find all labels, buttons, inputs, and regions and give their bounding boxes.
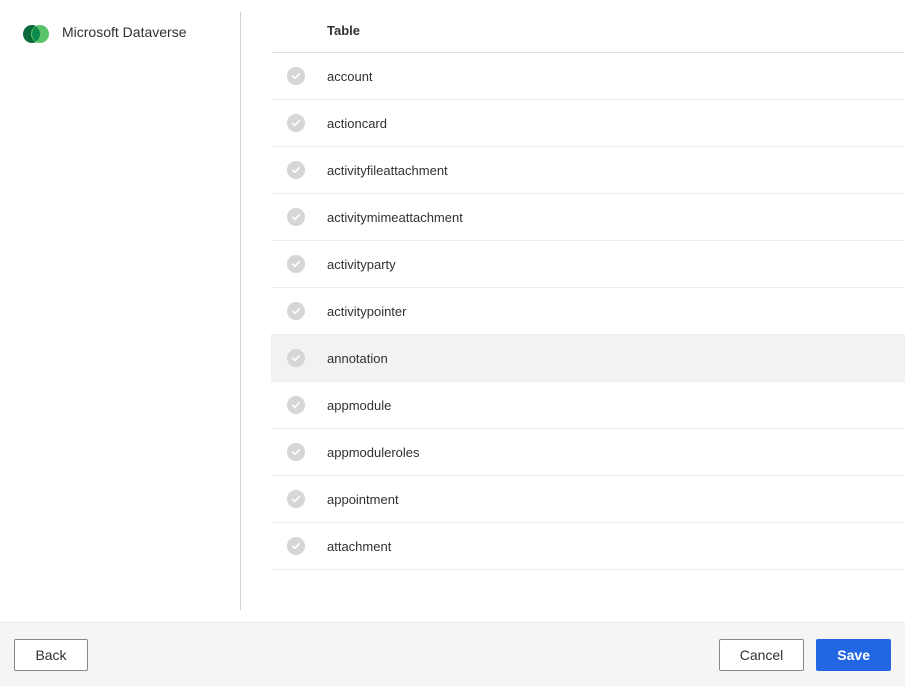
table-row[interactable]: appmoduleroles	[271, 429, 905, 476]
check-circle-icon[interactable]	[287, 349, 305, 367]
table-row[interactable]: appmodule	[271, 382, 905, 429]
footer-left: Back	[14, 639, 88, 671]
footer-right: Cancel Save	[719, 639, 891, 671]
check-circle-icon[interactable]	[287, 67, 305, 85]
table-name-label: appointment	[327, 492, 399, 507]
table-name-label: activityfileattachment	[327, 163, 448, 178]
table-row[interactable]: activityparty	[271, 241, 905, 288]
table-row[interactable]: account	[271, 53, 905, 100]
table-row[interactable]: activityfileattachment	[271, 147, 905, 194]
table-name-label: appmoduleroles	[327, 445, 420, 460]
table-name-label: activitymimeattachment	[327, 210, 463, 225]
table-name-label: actioncard	[327, 116, 387, 131]
table-list: account actioncard activityfileattachment a…	[271, 53, 905, 570]
table-name-label: account	[327, 69, 373, 84]
table-name-label: activityparty	[327, 257, 396, 272]
connector-panel: Microsoft Dataverse	[0, 0, 240, 622]
table-header-label: Table	[327, 23, 360, 38]
table-selection-panel[interactable]: Table account actioncard activityfileattac…	[241, 0, 905, 622]
table-row[interactable]: activitypointer	[271, 288, 905, 335]
check-circle-icon[interactable]	[287, 490, 305, 508]
check-circle-icon[interactable]	[287, 161, 305, 179]
table-name-label: attachment	[327, 539, 391, 554]
check-circle-icon[interactable]	[287, 255, 305, 273]
main-content: Microsoft Dataverse Table account actionc…	[0, 0, 905, 622]
check-circle-icon[interactable]	[287, 302, 305, 320]
dialog-footer: Back Cancel Save	[0, 622, 905, 686]
check-circle-icon[interactable]	[287, 114, 305, 132]
save-button[interactable]: Save	[816, 639, 891, 671]
check-circle-icon[interactable]	[287, 537, 305, 555]
table-name-label: appmodule	[327, 398, 391, 413]
check-circle-icon[interactable]	[287, 396, 305, 414]
table-name-label: activitypointer	[327, 304, 406, 319]
table-row[interactable]: activitymimeattachment	[271, 194, 905, 241]
table-row[interactable]: actioncard	[271, 100, 905, 147]
check-circle-icon[interactable]	[287, 208, 305, 226]
connector-name: Microsoft Dataverse	[62, 20, 186, 40]
table-row[interactable]: appointment	[271, 476, 905, 523]
table-row[interactable]: annotation	[271, 335, 905, 382]
table-name-label: annotation	[327, 351, 388, 366]
table-column-header: Table	[271, 10, 905, 53]
dataverse-icon	[22, 20, 50, 48]
back-button[interactable]: Back	[14, 639, 88, 671]
cancel-button[interactable]: Cancel	[719, 639, 805, 671]
table-row[interactable]: attachment	[271, 523, 905, 570]
check-circle-icon[interactable]	[287, 443, 305, 461]
